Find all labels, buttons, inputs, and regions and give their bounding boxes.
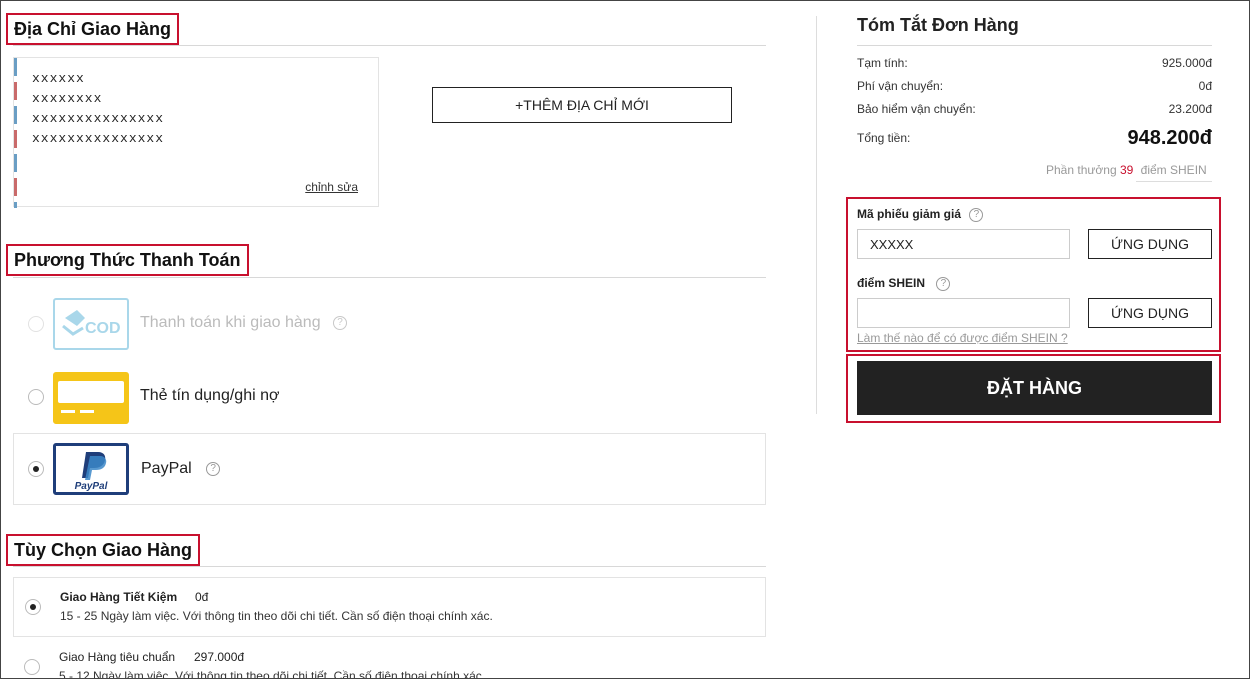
summary-divider (816, 16, 817, 414)
shipping-fee-label: Phí vận chuyển: (857, 79, 944, 93)
standard-price: 297.000đ (194, 650, 245, 664)
credit-card-icon (53, 372, 129, 424)
points-how-link[interactable]: Làm thế nào để có được điểm SHEIN ? (857, 331, 1068, 345)
coupon-help-icon[interactable]: ? (969, 207, 984, 222)
insurance-value: 23.200đ (1168, 102, 1212, 116)
subtotal-row: Tạm tính: 925.000đ (857, 56, 1212, 70)
airmail-stripe (14, 58, 17, 208)
economy-desc: 15 - 25 Ngày làm việc. Với thông tin the… (60, 609, 493, 623)
points-apply-button[interactable]: ỨNG DỤNG (1088, 298, 1212, 328)
cod-radio (28, 316, 44, 332)
paypal-label: PayPal ? (141, 460, 221, 478)
coupon-apply-button[interactable]: ỨNG DỤNG (1088, 229, 1212, 259)
paypal-radio[interactable] (28, 461, 44, 477)
add-address-button[interactable]: +THÊM ĐỊA CHỈ MỚI (432, 87, 732, 123)
shipping-section-title: Tùy Chọn Giao Hàng (6, 534, 200, 566)
reward-points-count: 39 (1119, 163, 1134, 177)
reward-underline (1136, 181, 1212, 182)
shipping-divider (13, 566, 766, 567)
payment-option-card[interactable]: Thẻ tín dụng/ghi nợ (13, 361, 766, 433)
address-divider (13, 45, 766, 46)
reward-points-text: Phần thưởng 39 điểm SHEIN (1046, 163, 1207, 177)
paypal-badge-text: PayPal (75, 481, 108, 492)
shipping-option-economy[interactable]: Giao Hàng Tiết Kiệm 0đ 15 - 25 Ngày làm … (13, 577, 766, 637)
payment-option-paypal[interactable]: PayPal PayPal ? (13, 433, 766, 505)
payment-divider (13, 277, 766, 278)
card-label: Thẻ tín dụng/ghi nợ (140, 387, 280, 404)
subtotal-label: Tạm tính: (857, 56, 908, 70)
address-line-3: xxxxxxxxxxxxxxx (32, 111, 165, 126)
paypal-icon: PayPal (53, 443, 129, 495)
economy-name: Giao Hàng Tiết Kiệm (60, 590, 178, 604)
address-lines: xxxxxx xxxxxxxx xxxxxxxxxxxxxxx xxxxxxxx… (32, 69, 164, 149)
standard-name: Giao Hàng tiêu chuẩn (59, 650, 176, 664)
insurance-row: Bảo hiểm vận chuyển: 23.200đ (857, 102, 1212, 116)
cod-label: Thanh toán khi giao hàng ? (140, 314, 348, 332)
paypal-help-icon[interactable]: ? (206, 461, 221, 476)
address-section-title: Địa Chỉ Giao Hàng (6, 13, 180, 45)
economy-radio[interactable] (25, 599, 41, 615)
address-line-1: xxxxxx (32, 71, 85, 86)
shipping-fee-row: Phí vận chuyển: 0đ (857, 79, 1212, 93)
standard-radio[interactable] (24, 659, 40, 675)
shipping-option-standard[interactable]: Giao Hàng tiêu chuẩn 297.000đ 5 - 12 Ngà… (13, 644, 766, 679)
cod-icon: COD (53, 298, 129, 350)
address-line-2: xxxxxxxx (32, 91, 103, 106)
summary-title-divider (857, 45, 1212, 46)
shipping-fee-value: 0đ (1198, 79, 1212, 93)
total-label: Tổng tiền: (857, 131, 911, 145)
points-label: điểm SHEIN ? (857, 276, 951, 291)
standard-desc: 5 - 12 Ngày làm việc. Với thông tin theo… (59, 669, 486, 679)
place-order-button[interactable]: ĐẶT HÀNG (857, 361, 1212, 415)
subtotal-value: 925.000đ (1161, 56, 1212, 70)
coupon-input[interactable] (857, 229, 1070, 259)
address-line-4: xxxxxxxxxxxxxxx (32, 131, 165, 146)
coupon-label: Mã phiếu giảm giá ? (857, 207, 984, 222)
payment-section-title: Phương Thức Thanh Toán (6, 244, 249, 276)
points-help-icon[interactable]: ? (936, 276, 951, 291)
edit-address-link[interactable]: chỉnh sửa (305, 180, 358, 194)
cod-help-icon[interactable]: ? (333, 315, 348, 330)
total-value: 948.200đ (1127, 127, 1212, 149)
payment-option-cod: COD Thanh toán khi giao hàng ? (13, 287, 766, 359)
address-card: xxxxxx xxxxxxxx xxxxxxxxxxxxxxx xxxxxxxx… (13, 57, 379, 208)
cod-badge-text: COD (85, 320, 121, 337)
card-radio[interactable] (28, 389, 44, 405)
points-input[interactable] (857, 298, 1070, 328)
summary-title: Tóm Tắt Đơn Hàng (857, 15, 1019, 35)
total-row: Tổng tiền: 948.200đ (857, 127, 1212, 149)
economy-price: 0đ (195, 590, 209, 604)
insurance-label: Bảo hiểm vận chuyển: (857, 102, 976, 116)
